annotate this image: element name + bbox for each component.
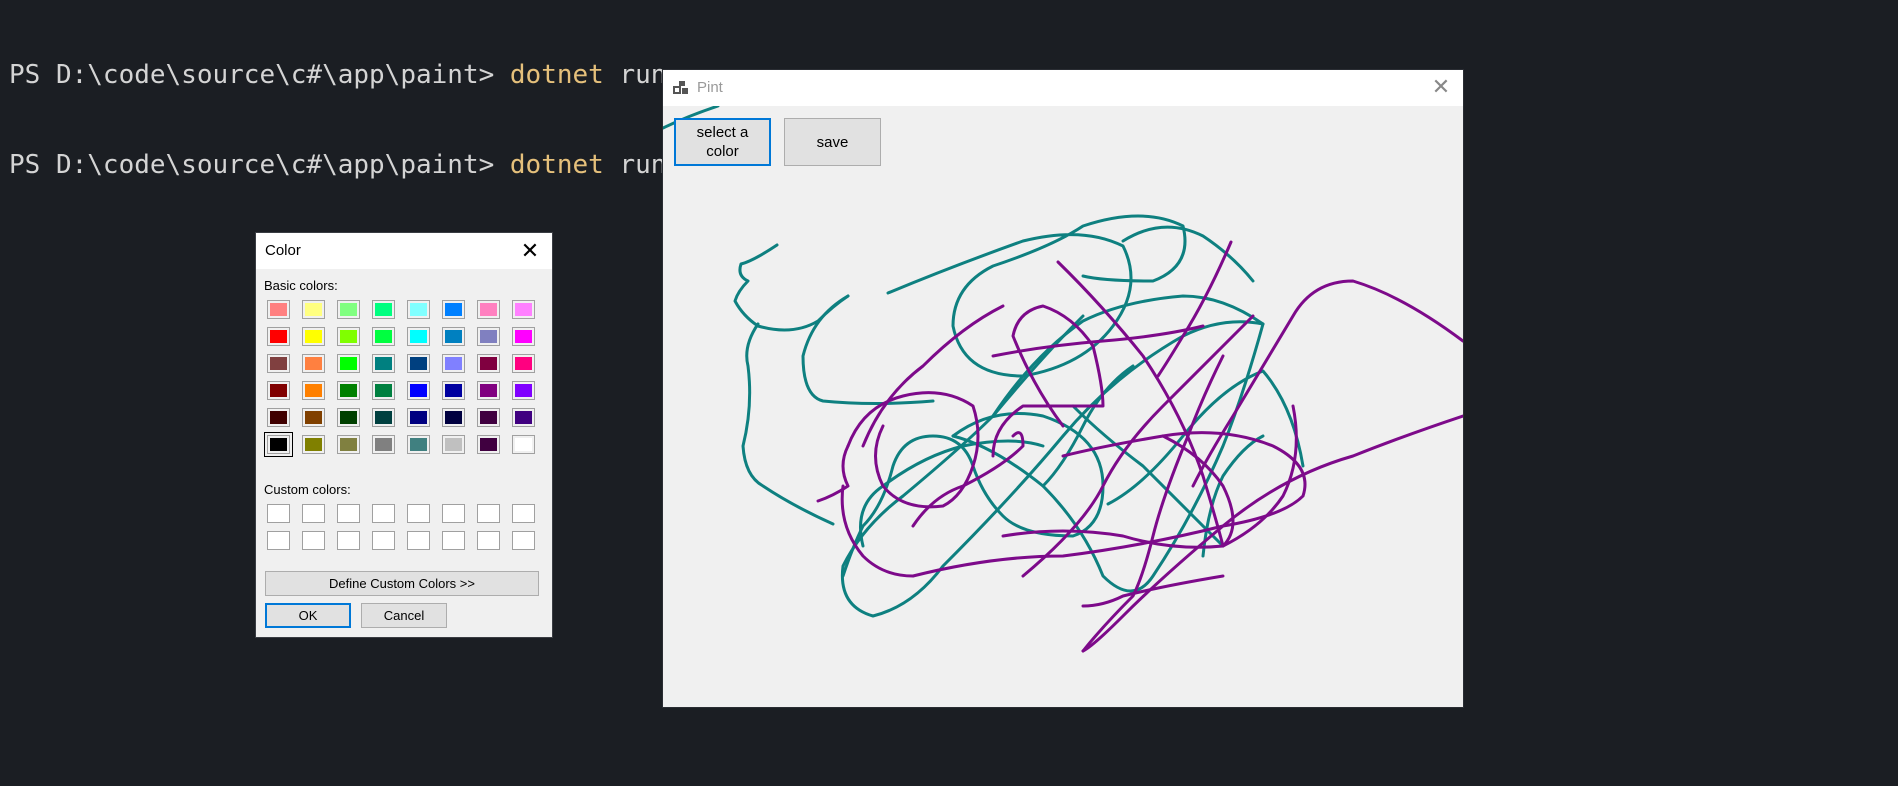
color-swatch[interactable] <box>477 408 500 427</box>
basic-colors-label: Basic colors: <box>264 278 338 293</box>
define-custom-colors-button[interactable]: Define Custom Colors >> <box>265 571 539 596</box>
color-swatch[interactable] <box>512 354 535 373</box>
color-swatch[interactable] <box>477 381 500 400</box>
custom-color-swatch[interactable] <box>372 504 395 523</box>
terminal-line: PS D:\code\source\c#\app\paint> dotnet r… <box>9 60 666 90</box>
custom-color-swatch[interactable] <box>302 531 325 550</box>
color-swatch[interactable] <box>512 381 535 400</box>
color-swatch[interactable] <box>407 327 430 346</box>
color-swatch[interactable] <box>407 408 430 427</box>
color-swatch[interactable] <box>302 327 325 346</box>
custom-color-swatch[interactable] <box>407 504 430 523</box>
color-swatch[interactable] <box>267 408 290 427</box>
custom-color-swatch[interactable] <box>267 504 290 523</box>
custom-color-swatch[interactable] <box>512 531 535 550</box>
color-swatch[interactable] <box>372 300 395 319</box>
ok-button[interactable]: OK <box>265 603 351 628</box>
color-swatch[interactable] <box>337 408 360 427</box>
custom-color-swatch[interactable] <box>477 531 500 550</box>
dialog-title: Color <box>265 242 301 259</box>
color-swatch[interactable] <box>407 354 430 373</box>
paint-window: Pint ✕ select a color save <box>663 70 1463 707</box>
color-swatch[interactable] <box>267 327 290 346</box>
terminal-args: run <box>603 150 667 180</box>
color-swatch[interactable] <box>477 354 500 373</box>
color-swatch[interactable] <box>302 435 325 454</box>
color-swatch[interactable] <box>372 435 395 454</box>
color-swatch[interactable] <box>442 327 465 346</box>
select-color-button[interactable]: select a color <box>674 118 771 166</box>
custom-color-swatch[interactable] <box>407 531 430 550</box>
window-title: Pint <box>697 79 723 96</box>
color-swatch[interactable] <box>372 408 395 427</box>
custom-color-swatch[interactable] <box>442 531 465 550</box>
color-swatch[interactable] <box>442 354 465 373</box>
custom-color-swatch[interactable] <box>267 531 290 550</box>
custom-color-swatch[interactable] <box>512 504 535 523</box>
color-swatch[interactable] <box>477 435 500 454</box>
color-swatch[interactable] <box>407 381 430 400</box>
paint-titlebar[interactable]: Pint ✕ <box>663 70 1463 106</box>
color-swatch[interactable] <box>477 300 500 319</box>
color-swatch[interactable] <box>337 354 360 373</box>
color-swatch[interactable] <box>302 381 325 400</box>
close-icon[interactable]: ✕ <box>1427 74 1455 102</box>
color-swatch[interactable] <box>267 381 290 400</box>
terminal-prompt: PS D:\code\source\c#\app\paint> <box>9 150 510 180</box>
color-swatch[interactable] <box>337 381 360 400</box>
dialog-titlebar[interactable]: Color ✕ <box>256 233 552 269</box>
drawing-canvas[interactable] <box>663 106 1463 707</box>
save-button[interactable]: save <box>784 118 881 166</box>
color-dialog: Color ✕ Basic colors: Custom colors: Def… <box>256 233 552 637</box>
color-swatch[interactable] <box>512 408 535 427</box>
color-swatch[interactable] <box>442 435 465 454</box>
terminal-command: dotnet <box>509 150 604 180</box>
custom-color-swatch[interactable] <box>302 504 325 523</box>
custom-colors-label: Custom colors: <box>264 482 351 497</box>
color-swatch[interactable] <box>302 354 325 373</box>
color-swatch[interactable] <box>512 327 535 346</box>
color-swatch[interactable] <box>267 354 290 373</box>
custom-color-swatch[interactable] <box>442 504 465 523</box>
terminal-args: run <box>603 60 667 90</box>
color-swatch[interactable] <box>372 327 395 346</box>
custom-color-swatch[interactable] <box>337 531 360 550</box>
color-swatch[interactable] <box>442 408 465 427</box>
color-swatch[interactable] <box>337 435 360 454</box>
color-swatch[interactable] <box>302 300 325 319</box>
color-swatch[interactable] <box>372 381 395 400</box>
color-swatch[interactable] <box>337 300 360 319</box>
terminal-output: PS D:\code\source\c#\app\paint> dotnet r… <box>9 0 666 210</box>
cancel-button[interactable]: Cancel <box>361 603 447 628</box>
color-swatch[interactable] <box>512 435 535 454</box>
custom-color-swatch[interactable] <box>477 504 500 523</box>
color-swatch[interactable] <box>407 435 430 454</box>
color-swatch[interactable] <box>337 327 360 346</box>
color-swatch[interactable] <box>264 432 293 457</box>
terminal-line: PS D:\code\source\c#\app\paint> dotnet r… <box>9 150 666 180</box>
color-swatch[interactable] <box>512 300 535 319</box>
terminal-prompt: PS D:\code\source\c#\app\paint> <box>9 60 510 90</box>
terminal-command: dotnet <box>509 60 604 90</box>
close-icon[interactable]: ✕ <box>517 237 543 265</box>
color-swatch[interactable] <box>407 300 430 319</box>
custom-color-swatch[interactable] <box>372 531 395 550</box>
color-swatch[interactable] <box>267 300 290 319</box>
color-swatch[interactable] <box>302 408 325 427</box>
custom-color-swatch[interactable] <box>337 504 360 523</box>
color-swatch[interactable] <box>442 300 465 319</box>
color-swatch[interactable] <box>477 327 500 346</box>
color-swatch[interactable] <box>442 381 465 400</box>
color-swatch[interactable] <box>372 354 395 373</box>
app-icon <box>673 81 688 94</box>
